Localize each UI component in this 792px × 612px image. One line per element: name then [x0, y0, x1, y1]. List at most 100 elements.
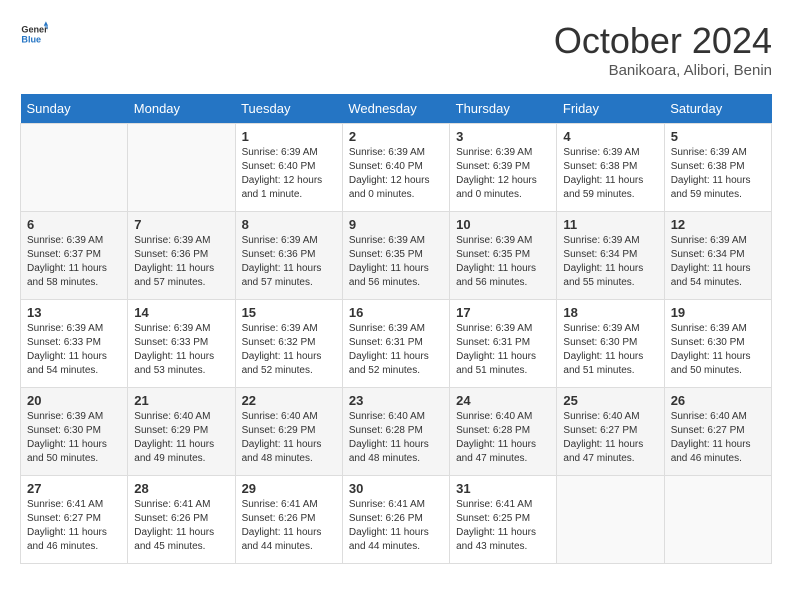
cell-info: Sunrise: 6:39 AMSunset: 6:36 PMDaylight:…	[242, 234, 336, 290]
daylight-text: Daylight: 11 hours and 47 minutes.	[456, 438, 550, 466]
calendar-cell: 5Sunrise: 6:39 AMSunset: 6:38 PMDaylight…	[664, 124, 771, 212]
day-number: 31	[456, 481, 550, 496]
sunrise-text: Sunrise: 6:40 AM	[456, 410, 550, 424]
week-row-4: 20 Sunrise: 6:39 AMSunset: 6:30 PMDayligh…	[21, 388, 772, 476]
sunrise-text: Sunrise: 6:39 AM	[456, 146, 550, 160]
sunset-text: Sunset: 6:26 PM	[349, 512, 443, 526]
sunset-text: Sunset: 6:29 PM	[134, 424, 228, 438]
daylight-text: Daylight: 11 hours and 48 minutes.	[242, 438, 336, 466]
day-number: 10	[456, 217, 550, 232]
calendar-cell	[557, 476, 664, 564]
calendar-cell: 6Sunrise: 6:39 AMSunset: 6:37 PMDaylight…	[21, 212, 128, 300]
sunset-text: Sunset: 6:30 PM	[563, 336, 657, 350]
calendar-cell: 8Sunrise: 6:39 AMSunset: 6:36 PMDaylight…	[235, 212, 342, 300]
cell-info: Sunrise: 6:39 AMSunset: 6:32 PMDaylight:…	[242, 322, 336, 378]
sunset-text: Sunset: 6:26 PM	[134, 512, 228, 526]
daylight-text: Daylight: 11 hours and 56 minutes.	[456, 262, 550, 290]
calendar-cell: 7 Sunrise: 6:39 AMSunset: 6:36 PMDaylight…	[128, 212, 235, 300]
sunrise-text: Sunrise: 6:39 AM	[563, 322, 657, 336]
day-number: 11	[563, 217, 657, 232]
day-number: 22	[242, 393, 336, 408]
calendar-cell: 16Sunrise: 6:39 AMSunset: 6:31 PMDayligh…	[342, 300, 449, 388]
sunrise-text: Sunrise: 6:40 AM	[242, 410, 336, 424]
daylight-text: Daylight: 11 hours and 59 minutes.	[563, 174, 657, 202]
sunrise-text: Sunrise: 6:40 AM	[349, 410, 443, 424]
weekday-header-saturday: Saturday	[664, 94, 771, 124]
daylight-text: Daylight: 11 hours and 46 minutes.	[671, 438, 765, 466]
calendar-cell: 9Sunrise: 6:39 AMSunset: 6:35 PMDaylight…	[342, 212, 449, 300]
day-number: 12	[671, 217, 765, 232]
sunrise-text: Sunrise: 6:39 AM	[671, 146, 765, 160]
sunset-text: Sunset: 6:37 PM	[27, 248, 121, 262]
sunrise-text: Sunrise: 6:41 AM	[134, 498, 228, 512]
calendar-cell: 21Sunrise: 6:40 AMSunset: 6:29 PMDayligh…	[128, 388, 235, 476]
cell-info: Sunrise: 6:39 AMSunset: 6:35 PMDaylight:…	[349, 234, 443, 290]
sunset-text: Sunset: 6:35 PM	[456, 248, 550, 262]
daylight-text: Daylight: 11 hours and 52 minutes.	[242, 350, 336, 378]
calendar-cell: 4Sunrise: 6:39 AMSunset: 6:38 PMDaylight…	[557, 124, 664, 212]
daylight-text: Daylight: 11 hours and 49 minutes.	[134, 438, 228, 466]
day-number: 27	[27, 481, 121, 496]
location: Banikoara, Alibori, Benin	[554, 62, 772, 79]
sunrise-text: Sunrise: 6:41 AM	[456, 498, 550, 512]
cell-info: Sunrise: 6:39 AMSunset: 6:30 PMDaylight:…	[27, 410, 121, 466]
calendar-cell: 10Sunrise: 6:39 AMSunset: 6:35 PMDayligh…	[450, 212, 557, 300]
cell-info: Sunrise: 6:39 AMSunset: 6:39 PMDaylight:…	[456, 146, 550, 202]
daylight-text: Daylight: 12 hours and 0 minutes.	[456, 174, 550, 202]
day-number: 15	[242, 305, 336, 320]
day-number: 20	[27, 393, 121, 408]
day-number: 7	[134, 217, 228, 232]
calendar-cell: 24Sunrise: 6:40 AMSunset: 6:28 PMDayligh…	[450, 388, 557, 476]
daylight-text: Daylight: 11 hours and 54 minutes.	[671, 262, 765, 290]
cell-info: Sunrise: 6:39 AMSunset: 6:31 PMDaylight:…	[349, 322, 443, 378]
sunrise-text: Sunrise: 6:39 AM	[242, 322, 336, 336]
sunrise-text: Sunrise: 6:39 AM	[563, 146, 657, 160]
sunrise-text: Sunrise: 6:39 AM	[671, 322, 765, 336]
cell-info: Sunrise: 6:39 AMSunset: 6:33 PMDaylight:…	[134, 322, 228, 378]
day-number: 30	[349, 481, 443, 496]
day-number: 21	[134, 393, 228, 408]
daylight-text: Daylight: 11 hours and 51 minutes.	[563, 350, 657, 378]
sunrise-text: Sunrise: 6:39 AM	[134, 322, 228, 336]
sunset-text: Sunset: 6:38 PM	[671, 160, 765, 174]
sunset-text: Sunset: 6:40 PM	[349, 160, 443, 174]
calendar-cell: 31Sunrise: 6:41 AMSunset: 6:25 PMDayligh…	[450, 476, 557, 564]
cell-info: Sunrise: 6:39 AMSunset: 6:34 PMDaylight:…	[563, 234, 657, 290]
sunset-text: Sunset: 6:30 PM	[671, 336, 765, 350]
sunset-text: Sunset: 6:34 PM	[671, 248, 765, 262]
sunset-text: Sunset: 6:33 PM	[27, 336, 121, 350]
calendar-cell: 26Sunrise: 6:40 AMSunset: 6:27 PMDayligh…	[664, 388, 771, 476]
weekday-header-tuesday: Tuesday	[235, 94, 342, 124]
day-number: 23	[349, 393, 443, 408]
week-row-5: 27 Sunrise: 6:41 AMSunset: 6:27 PMDayligh…	[21, 476, 772, 564]
sunset-text: Sunset: 6:36 PM	[242, 248, 336, 262]
month-title: October 2024	[554, 20, 772, 62]
calendar-cell: 2Sunrise: 6:39 AMSunset: 6:40 PMDaylight…	[342, 124, 449, 212]
cell-info: Sunrise: 6:39 AMSunset: 6:36 PMDaylight:…	[134, 234, 228, 290]
daylight-text: Daylight: 11 hours and 45 minutes.	[134, 526, 228, 554]
daylight-text: Daylight: 11 hours and 43 minutes.	[456, 526, 550, 554]
daylight-text: Daylight: 11 hours and 51 minutes.	[456, 350, 550, 378]
daylight-text: Daylight: 11 hours and 44 minutes.	[242, 526, 336, 554]
day-number: 13	[27, 305, 121, 320]
cell-info: Sunrise: 6:39 AMSunset: 6:37 PMDaylight:…	[27, 234, 121, 290]
sunset-text: Sunset: 6:34 PM	[563, 248, 657, 262]
cell-info: Sunrise: 6:40 AMSunset: 6:29 PMDaylight:…	[242, 410, 336, 466]
cell-info: Sunrise: 6:41 AMSunset: 6:26 PMDaylight:…	[242, 498, 336, 554]
calendar-cell: 27 Sunrise: 6:41 AMSunset: 6:27 PMDayligh…	[21, 476, 128, 564]
daylight-text: Daylight: 11 hours and 53 minutes.	[134, 350, 228, 378]
calendar-cell: 17Sunrise: 6:39 AMSunset: 6:31 PMDayligh…	[450, 300, 557, 388]
logo: General Blue	[20, 20, 48, 48]
day-number: 17	[456, 305, 550, 320]
sunset-text: Sunset: 6:36 PM	[134, 248, 228, 262]
sunrise-text: Sunrise: 6:39 AM	[671, 234, 765, 248]
sunset-text: Sunset: 6:33 PM	[134, 336, 228, 350]
cell-info: Sunrise: 6:39 AMSunset: 6:34 PMDaylight:…	[671, 234, 765, 290]
daylight-text: Daylight: 11 hours and 54 minutes.	[27, 350, 121, 378]
daylight-text: Daylight: 11 hours and 50 minutes.	[27, 438, 121, 466]
sunrise-text: Sunrise: 6:39 AM	[349, 146, 443, 160]
cell-info: Sunrise: 6:39 AMSunset: 6:38 PMDaylight:…	[563, 146, 657, 202]
calendar-cell: 3Sunrise: 6:39 AMSunset: 6:39 PMDaylight…	[450, 124, 557, 212]
cell-info: Sunrise: 6:41 AMSunset: 6:27 PMDaylight:…	[27, 498, 121, 554]
sunrise-text: Sunrise: 6:39 AM	[134, 234, 228, 248]
